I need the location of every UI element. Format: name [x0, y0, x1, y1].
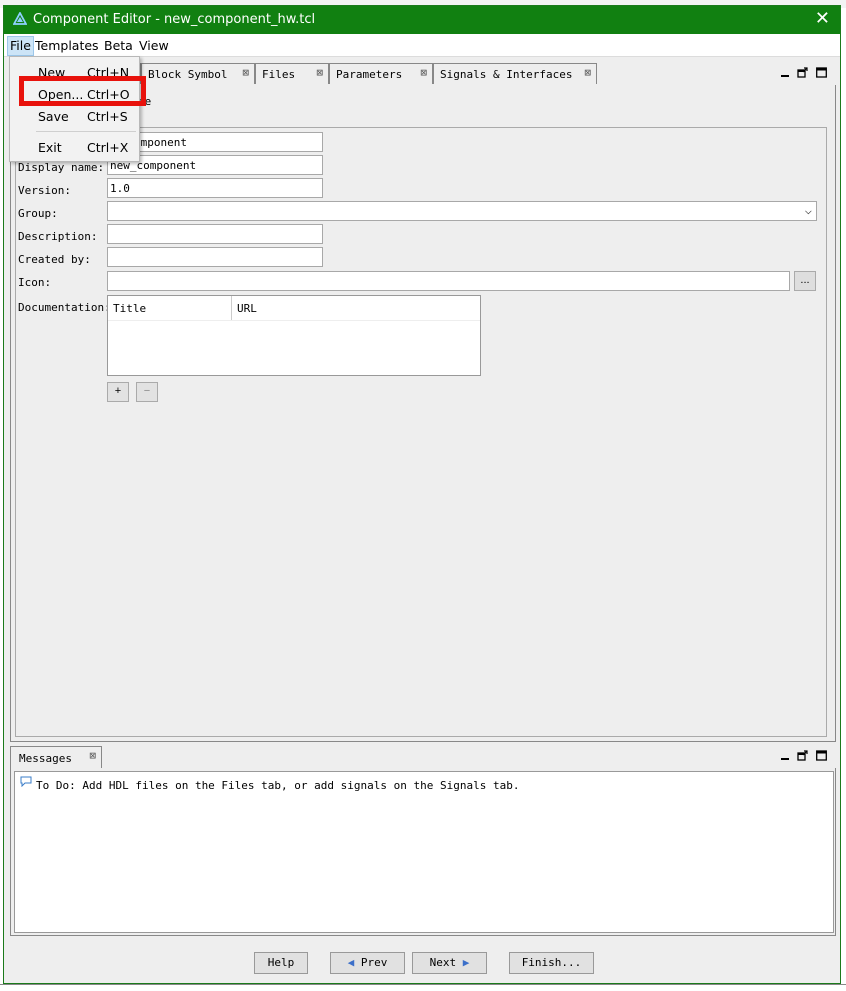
prev-button[interactable]: ◀ Prev: [330, 952, 405, 974]
minimize-icon[interactable]: [780, 67, 791, 78]
documentation-table-header: Title URL: [108, 296, 480, 321]
info-bubble-icon: [20, 776, 32, 787]
next-button[interactable]: Next ▶: [412, 952, 487, 974]
menu-templates[interactable]: Templates: [32, 38, 102, 53]
finish-button[interactable]: Finish...: [509, 952, 594, 974]
menu-item-shortcut: Ctrl+S: [87, 109, 128, 124]
maximize-icon[interactable]: [816, 750, 827, 761]
tab-signals-interfaces[interactable]: Signals & Interfaces ⊠: [433, 63, 597, 84]
version-label: Version:: [18, 184, 71, 197]
prev-arrow-icon: ◀: [347, 956, 355, 969]
tab-label: Files: [262, 68, 296, 81]
version-value: 1.0: [110, 182, 130, 195]
column-title[interactable]: Title: [113, 302, 146, 315]
messages-panel: To Do: Add HDL files on the Files tab, o…: [10, 768, 836, 936]
tab-label: Block Symbol: [148, 68, 228, 81]
window-title: Component Editor - new_component_hw.tcl: [33, 12, 316, 27]
close-tab-icon[interactable]: ⊠: [242, 66, 249, 79]
menu-bar: File Templates Beta View: [4, 34, 840, 57]
browse-icon-button[interactable]: ...: [794, 271, 816, 291]
version-field[interactable]: 1.0: [107, 178, 323, 198]
menu-item-shortcut: Ctrl+X: [87, 140, 129, 155]
icon-path-field[interactable]: [107, 271, 790, 291]
close-tab-icon[interactable]: ⊠: [316, 66, 323, 79]
title-bar: Component Editor - new_component_hw.tcl …: [4, 6, 840, 34]
description-field[interactable]: [107, 224, 323, 244]
float-window-icon[interactable]: [797, 67, 808, 78]
menu-view[interactable]: View: [136, 38, 172, 53]
close-icon[interactable]: ✕: [815, 8, 830, 29]
help-button[interactable]: Help: [254, 952, 308, 974]
tab-files[interactable]: Files ⊠: [255, 63, 329, 84]
minimize-icon[interactable]: [780, 750, 791, 761]
menu-item-label: Exit: [38, 140, 62, 155]
tab-block-symbol[interactable]: Block Symbol ⊠: [141, 63, 255, 84]
group-label: Group:: [18, 207, 58, 220]
documentation-table: Title URL: [107, 295, 481, 376]
chevron-down-icon[interactable]: ⌵: [805, 203, 812, 217]
group-select[interactable]: ⌵: [107, 201, 817, 221]
created-by-label: Created by:: [18, 253, 91, 266]
next-arrow-icon: ▶: [462, 956, 470, 969]
display-name-label: Display name:: [18, 161, 105, 174]
open-item-highlight: [19, 76, 146, 106]
column-url[interactable]: URL: [237, 302, 257, 315]
tab-label: Parameters: [336, 68, 403, 81]
column-divider[interactable]: [231, 296, 232, 320]
next-label: Next: [429, 956, 457, 969]
created-by-field[interactable]: [107, 247, 323, 267]
menu-separator: [36, 131, 136, 132]
float-window-icon[interactable]: [797, 750, 808, 761]
icon-label: Icon:: [18, 276, 52, 289]
add-documentation-button[interactable]: +: [107, 382, 129, 402]
tab-label: Signals & Interfaces: [440, 68, 573, 81]
messages-tab-strip: Messages ⊠: [10, 746, 836, 769]
menu-beta[interactable]: Beta: [101, 38, 136, 53]
file-menu-dropdown: New Ctrl+N Open... Ctrl+O Save Ctrl+S Ex…: [9, 56, 140, 162]
remove-documentation-button[interactable]: −: [136, 382, 158, 402]
message-item: To Do: Add HDL files on the Files tab, o…: [36, 779, 520, 792]
panel-controls: [776, 67, 828, 81]
close-tab-icon[interactable]: ⊠: [584, 66, 591, 79]
component-editor-window: Component Editor - new_component_hw.tcl …: [3, 5, 841, 984]
tab-messages[interactable]: Messages ⊠: [10, 746, 102, 768]
menu-item-exit[interactable]: Exit Ctrl+X: [10, 137, 139, 159]
messages-panel-controls: [776, 750, 828, 764]
menu-file[interactable]: File: [7, 36, 34, 56]
maximize-icon[interactable]: [816, 67, 827, 78]
menu-item-label: Save: [38, 109, 69, 124]
name-visible-text: omponent: [134, 136, 187, 149]
close-tab-icon[interactable]: ⊠: [89, 749, 96, 762]
app-logo-icon: [13, 12, 27, 25]
description-label: Description:: [18, 230, 98, 243]
messages-list: To Do: Add HDL files on the Files tab, o…: [14, 771, 834, 933]
close-tab-icon[interactable]: ⊠: [420, 66, 427, 79]
prev-label: Prev: [360, 956, 388, 969]
tab-parameters[interactable]: Parameters ⊠: [329, 63, 433, 84]
documentation-label: Documentation:: [18, 301, 111, 314]
menu-item-save[interactable]: Save Ctrl+S: [10, 106, 139, 128]
tab-label: Messages: [19, 752, 72, 765]
